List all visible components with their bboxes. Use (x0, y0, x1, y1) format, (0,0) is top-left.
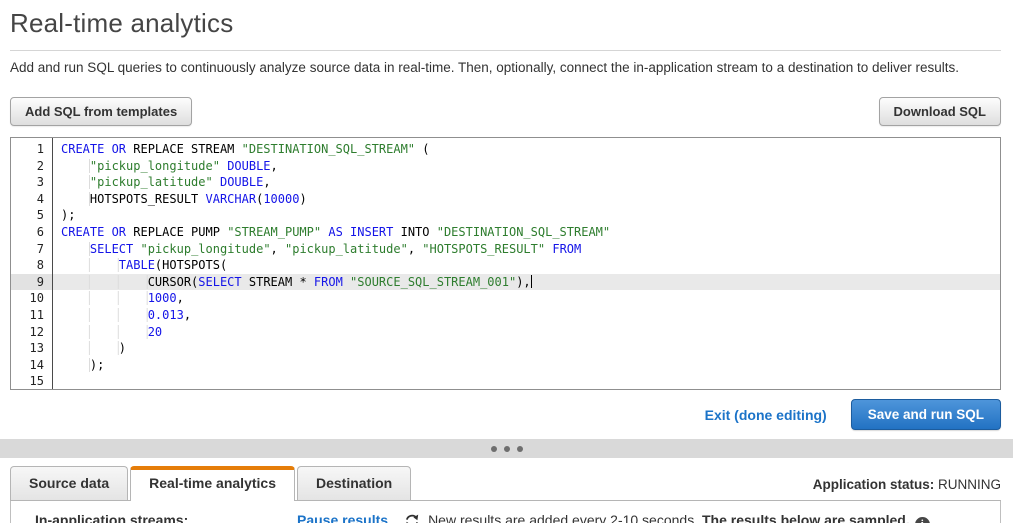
text-cursor (530, 274, 532, 288)
code-line[interactable]: ) (53, 340, 1000, 357)
code-line[interactable]: 0.013, (53, 307, 1000, 324)
application-status: Application status: RUNNING (813, 477, 1001, 492)
splitter-dot (490, 445, 497, 452)
code-line[interactable]: 1000, (53, 290, 1000, 307)
page-description: Add and run SQL queries to continuously … (10, 60, 960, 75)
line-number: 5 (36, 208, 44, 223)
line-number: 1 (36, 142, 44, 156)
line-number: 4 (36, 191, 44, 206)
in-application-streams-label: In-application streams: (35, 512, 189, 523)
code-line[interactable]: HOTSPOTS_RESULT VARCHAR(10000) (53, 191, 1000, 208)
code-line[interactable]: ); (53, 357, 1000, 374)
splitter-dot (516, 445, 523, 452)
exit-done-editing-link[interactable]: Exit (done editing) (705, 407, 827, 423)
sql-code-area[interactable]: CREATE OR REPLACE STREAM "DESTINATION_SQ… (53, 138, 1000, 389)
line-number-gutter: 1 2 3 4 5 6 7 8 9 10 11 12 13 14 15 (11, 138, 53, 389)
code-line[interactable]: CURSOR(SELECT STREAM * FROM "SOURCE_SQL_… (53, 273, 1000, 291)
splitter-dot (503, 445, 510, 452)
download-sql-button[interactable]: Download SQL (878, 97, 1001, 126)
pause-results-link[interactable]: Pause results (297, 512, 388, 523)
sql-editor[interactable]: 1 2 3 4 5 6 7 8 9 10 11 12 13 14 15 CREATE OR REPLACE … (10, 137, 1001, 390)
line-number: 2 (36, 158, 44, 173)
application-status-value: RUNNING (938, 477, 1001, 492)
line-number: 14 (29, 357, 44, 372)
splitter-drag-handle[interactable] (0, 439, 1013, 458)
tab-destination[interactable]: Destination (296, 466, 412, 500)
line-number: 6 (36, 224, 44, 239)
code-line[interactable]: CREATE OR REPLACE STREAM "DESTINATION_SQ… (53, 141, 1000, 158)
results-panel: In-application streams: Pause results Ne… (10, 501, 1001, 523)
results-refresh-text: New results are added every 2-10 seconds… (428, 512, 930, 523)
page-title: Real-time analytics (10, 8, 234, 38)
code-line[interactable]: SELECT "pickup_longitude", "pickup_latit… (53, 241, 1000, 258)
info-icon[interactable] (914, 516, 930, 523)
save-and-run-sql-button[interactable]: Save and run SQL (850, 399, 1001, 430)
toolbar: Add SQL from templates Download SQL (10, 97, 1001, 126)
code-line[interactable]: 20 (53, 324, 1000, 341)
line-number: 7 (36, 241, 44, 256)
tab-source-data[interactable]: Source data (10, 466, 129, 500)
line-number: 11 (29, 307, 44, 322)
title-divider (10, 50, 1001, 51)
code-line[interactable]: CREATE OR REPLACE PUMP "STREAM_PUMP" AS … (53, 224, 1000, 241)
line-number: 12 (29, 324, 44, 339)
line-number: 10 (29, 291, 44, 306)
application-status-label: Application status: (812, 477, 935, 492)
code-line[interactable]: ); (53, 207, 1000, 224)
refresh-icon (404, 513, 420, 523)
line-number: 8 (36, 258, 44, 273)
tab-real-time-analytics[interactable]: Real-time analytics (130, 466, 295, 501)
code-line[interactable]: "pickup_longitude" DOUBLE, (53, 158, 1000, 175)
code-line[interactable]: "pickup_latitude" DOUBLE, (53, 174, 1000, 191)
code-line[interactable] (53, 373, 1000, 389)
line-number: 13 (29, 341, 44, 356)
tab-bar: Source data Real-time analytics Destinatio… (10, 466, 1001, 501)
line-number: 9 (11, 273, 52, 291)
code-line[interactable]: TABLE(HOTSPOTS( (53, 257, 1000, 274)
line-number: 3 (36, 175, 44, 190)
line-number: 15 (29, 374, 44, 389)
add-sql-from-templates-button[interactable]: Add SQL from templates (10, 97, 193, 126)
